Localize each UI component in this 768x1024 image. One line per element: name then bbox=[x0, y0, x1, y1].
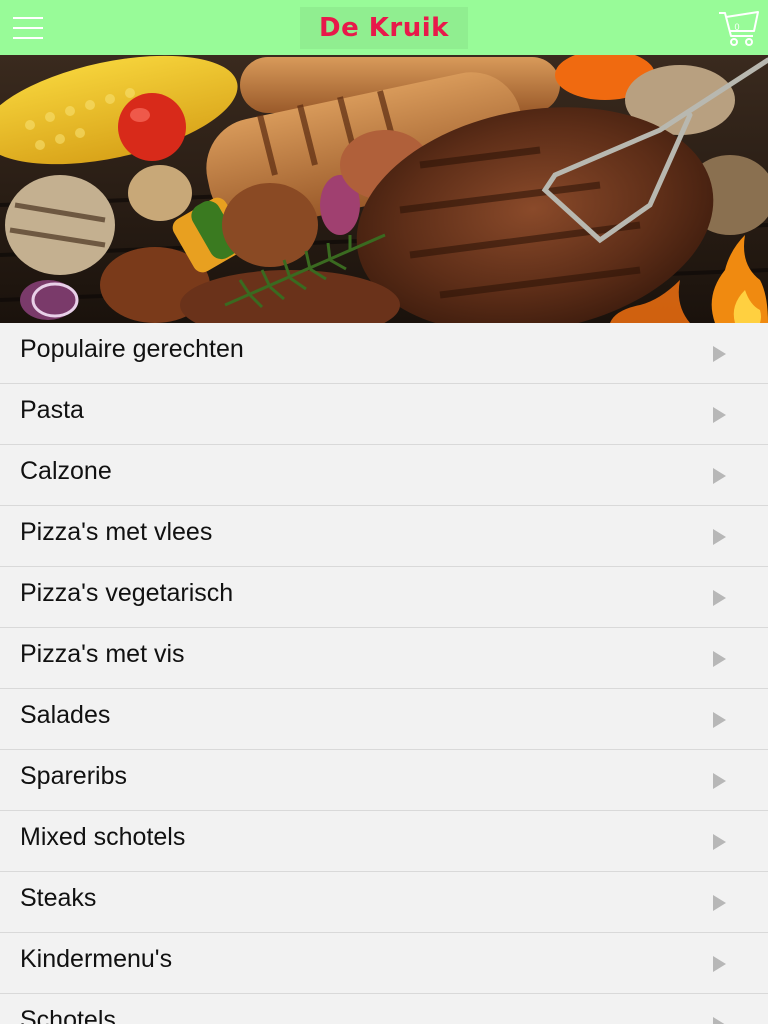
cart-count: 0 bbox=[734, 22, 740, 32]
category-label: Spareribs bbox=[20, 762, 127, 790]
chevron-right-icon bbox=[713, 529, 726, 545]
chevron-right-icon bbox=[713, 956, 726, 972]
category-label: Pizza's met vis bbox=[20, 640, 185, 668]
category-list: Populaire gerechten Pasta Calzone Pizza'… bbox=[0, 323, 768, 1024]
category-item-kindermenus[interactable]: Kindermenu's bbox=[0, 933, 768, 994]
top-bar: De Kruik 0 bbox=[0, 0, 768, 55]
category-label: Salades bbox=[20, 701, 111, 729]
chevron-right-icon bbox=[713, 346, 726, 362]
category-item-calzone[interactable]: Calzone bbox=[0, 445, 768, 506]
chevron-right-icon bbox=[713, 1017, 726, 1024]
chevron-right-icon bbox=[713, 468, 726, 484]
category-item-pizzas-vegetarisch[interactable]: Pizza's vegetarisch bbox=[0, 567, 768, 628]
category-label: Mixed schotels bbox=[20, 823, 186, 851]
chevron-right-icon bbox=[713, 590, 726, 606]
category-label: Kindermenu's bbox=[20, 945, 173, 973]
category-label: Steaks bbox=[20, 884, 97, 912]
chevron-right-icon bbox=[713, 407, 726, 423]
logo[interactable]: De Kruik bbox=[300, 7, 468, 49]
category-label: Schotels bbox=[20, 1006, 116, 1024]
hero-banner bbox=[0, 55, 768, 323]
chevron-right-icon bbox=[713, 651, 726, 667]
category-item-spareribs[interactable]: Spareribs bbox=[0, 750, 768, 811]
category-label: Pasta bbox=[20, 396, 84, 424]
grilled-meat-banner bbox=[0, 55, 768, 323]
category-item-steaks[interactable]: Steaks bbox=[0, 872, 768, 933]
logo-text: De Kruik bbox=[319, 13, 449, 43]
category-item-mixed-schotels[interactable]: Mixed schotels bbox=[0, 811, 768, 872]
category-label: Pizza's vegetarisch bbox=[20, 579, 234, 607]
category-item-pizzas-met-vis[interactable]: Pizza's met vis bbox=[0, 628, 768, 689]
category-item-pizzas-met-vlees[interactable]: Pizza's met vlees bbox=[0, 506, 768, 567]
category-label: Populaire gerechten bbox=[20, 335, 244, 363]
category-label: Pizza's met vlees bbox=[20, 518, 213, 546]
app: De Kruik 0 Populaire gerechten Pasta Cal… bbox=[0, 0, 768, 1024]
chevron-right-icon bbox=[713, 834, 726, 850]
category-item-salades[interactable]: Salades bbox=[0, 689, 768, 750]
hamburger-menu-icon[interactable] bbox=[10, 13, 46, 43]
category-label: Calzone bbox=[20, 457, 112, 485]
category-item-pasta[interactable]: Pasta bbox=[0, 384, 768, 445]
category-item-schotels[interactable]: Schotels bbox=[0, 994, 768, 1024]
shopping-cart-icon[interactable]: 0 bbox=[716, 7, 762, 49]
chevron-right-icon bbox=[713, 712, 726, 728]
category-item-populaire-gerechten[interactable]: Populaire gerechten bbox=[0, 323, 768, 384]
chevron-right-icon bbox=[713, 895, 726, 911]
chevron-right-icon bbox=[713, 773, 726, 789]
